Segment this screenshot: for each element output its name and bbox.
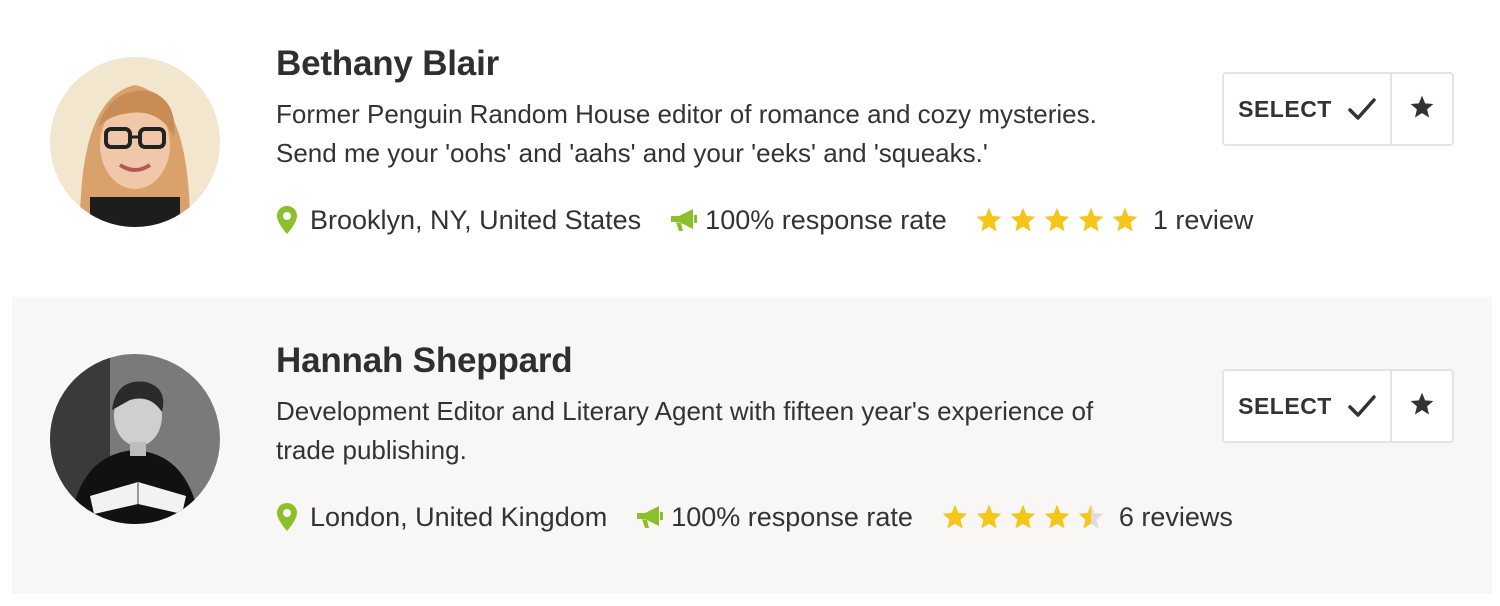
bio-line: Development Editor and Literary Agent wi… bbox=[276, 396, 1094, 426]
star-full-icon bbox=[942, 504, 968, 529]
location-text: Brooklyn, NY, United States bbox=[310, 204, 642, 235]
select-button[interactable]: SELECT bbox=[1224, 74, 1392, 144]
map-pin-icon bbox=[276, 205, 298, 235]
rating-stars bbox=[975, 206, 1139, 234]
editor-list: Bethany Blair Former Penguin Random Hous… bbox=[0, 0, 1500, 606]
star-full-icon bbox=[1044, 504, 1070, 529]
bio-line: Send me your 'oohs' and 'aahs' and your … bbox=[276, 138, 988, 168]
profile-card[interactable]: Bethany Blair Former Penguin Random Hous… bbox=[12, 0, 1492, 297]
rating-stars bbox=[941, 503, 1105, 531]
megaphone-icon bbox=[635, 504, 665, 530]
card-actions: SELECT bbox=[1222, 369, 1454, 443]
select-button[interactable]: SELECT bbox=[1224, 371, 1392, 441]
select-label: SELECT bbox=[1238, 392, 1332, 419]
bio-line: trade publishing. bbox=[276, 435, 467, 465]
editor-meta: London, United Kingdom 100% response rat… bbox=[276, 497, 1233, 537]
megaphone-icon bbox=[669, 207, 699, 233]
star-full-icon bbox=[1078, 207, 1104, 232]
response-rate: 100% response rate bbox=[705, 204, 947, 235]
response-rate: 100% response rate bbox=[671, 501, 913, 532]
editor-bio: Former Penguin Random House editor of ro… bbox=[276, 95, 1196, 173]
editor-name[interactable]: Bethany Blair bbox=[276, 44, 499, 84]
star-full-icon bbox=[976, 207, 1002, 232]
star-full-icon bbox=[1112, 207, 1138, 232]
avatar[interactable] bbox=[50, 57, 220, 227]
location-text: London, United Kingdom bbox=[310, 501, 608, 532]
checkmark-icon bbox=[1348, 394, 1376, 418]
star-icon bbox=[1409, 94, 1435, 125]
review-count[interactable]: 6 reviews bbox=[1119, 502, 1233, 533]
card-actions: SELECT bbox=[1222, 72, 1454, 146]
bio-line: Former Penguin Random House editor of ro… bbox=[276, 99, 1097, 129]
favorite-button[interactable] bbox=[1392, 371, 1452, 441]
review-count[interactable]: 1 review bbox=[1153, 205, 1254, 236]
star-half-icon bbox=[1078, 504, 1104, 529]
star-full-icon bbox=[1010, 207, 1036, 232]
star-icon bbox=[1409, 391, 1435, 422]
select-label: SELECT bbox=[1238, 95, 1332, 122]
star-full-icon bbox=[1044, 207, 1070, 232]
checkmark-icon bbox=[1348, 97, 1376, 121]
map-pin-icon bbox=[276, 502, 298, 532]
profile-card[interactable]: Hannah Sheppard Development Editor and L… bbox=[12, 297, 1492, 594]
editor-bio: Development Editor and Literary Agent wi… bbox=[276, 392, 1196, 470]
favorite-button[interactable] bbox=[1392, 74, 1452, 144]
avatar[interactable] bbox=[50, 354, 220, 524]
star-full-icon bbox=[976, 504, 1002, 529]
editor-meta: Brooklyn, NY, United States 100% respons… bbox=[276, 200, 1253, 240]
star-full-icon bbox=[1010, 504, 1036, 529]
editor-name[interactable]: Hannah Sheppard bbox=[276, 341, 573, 381]
